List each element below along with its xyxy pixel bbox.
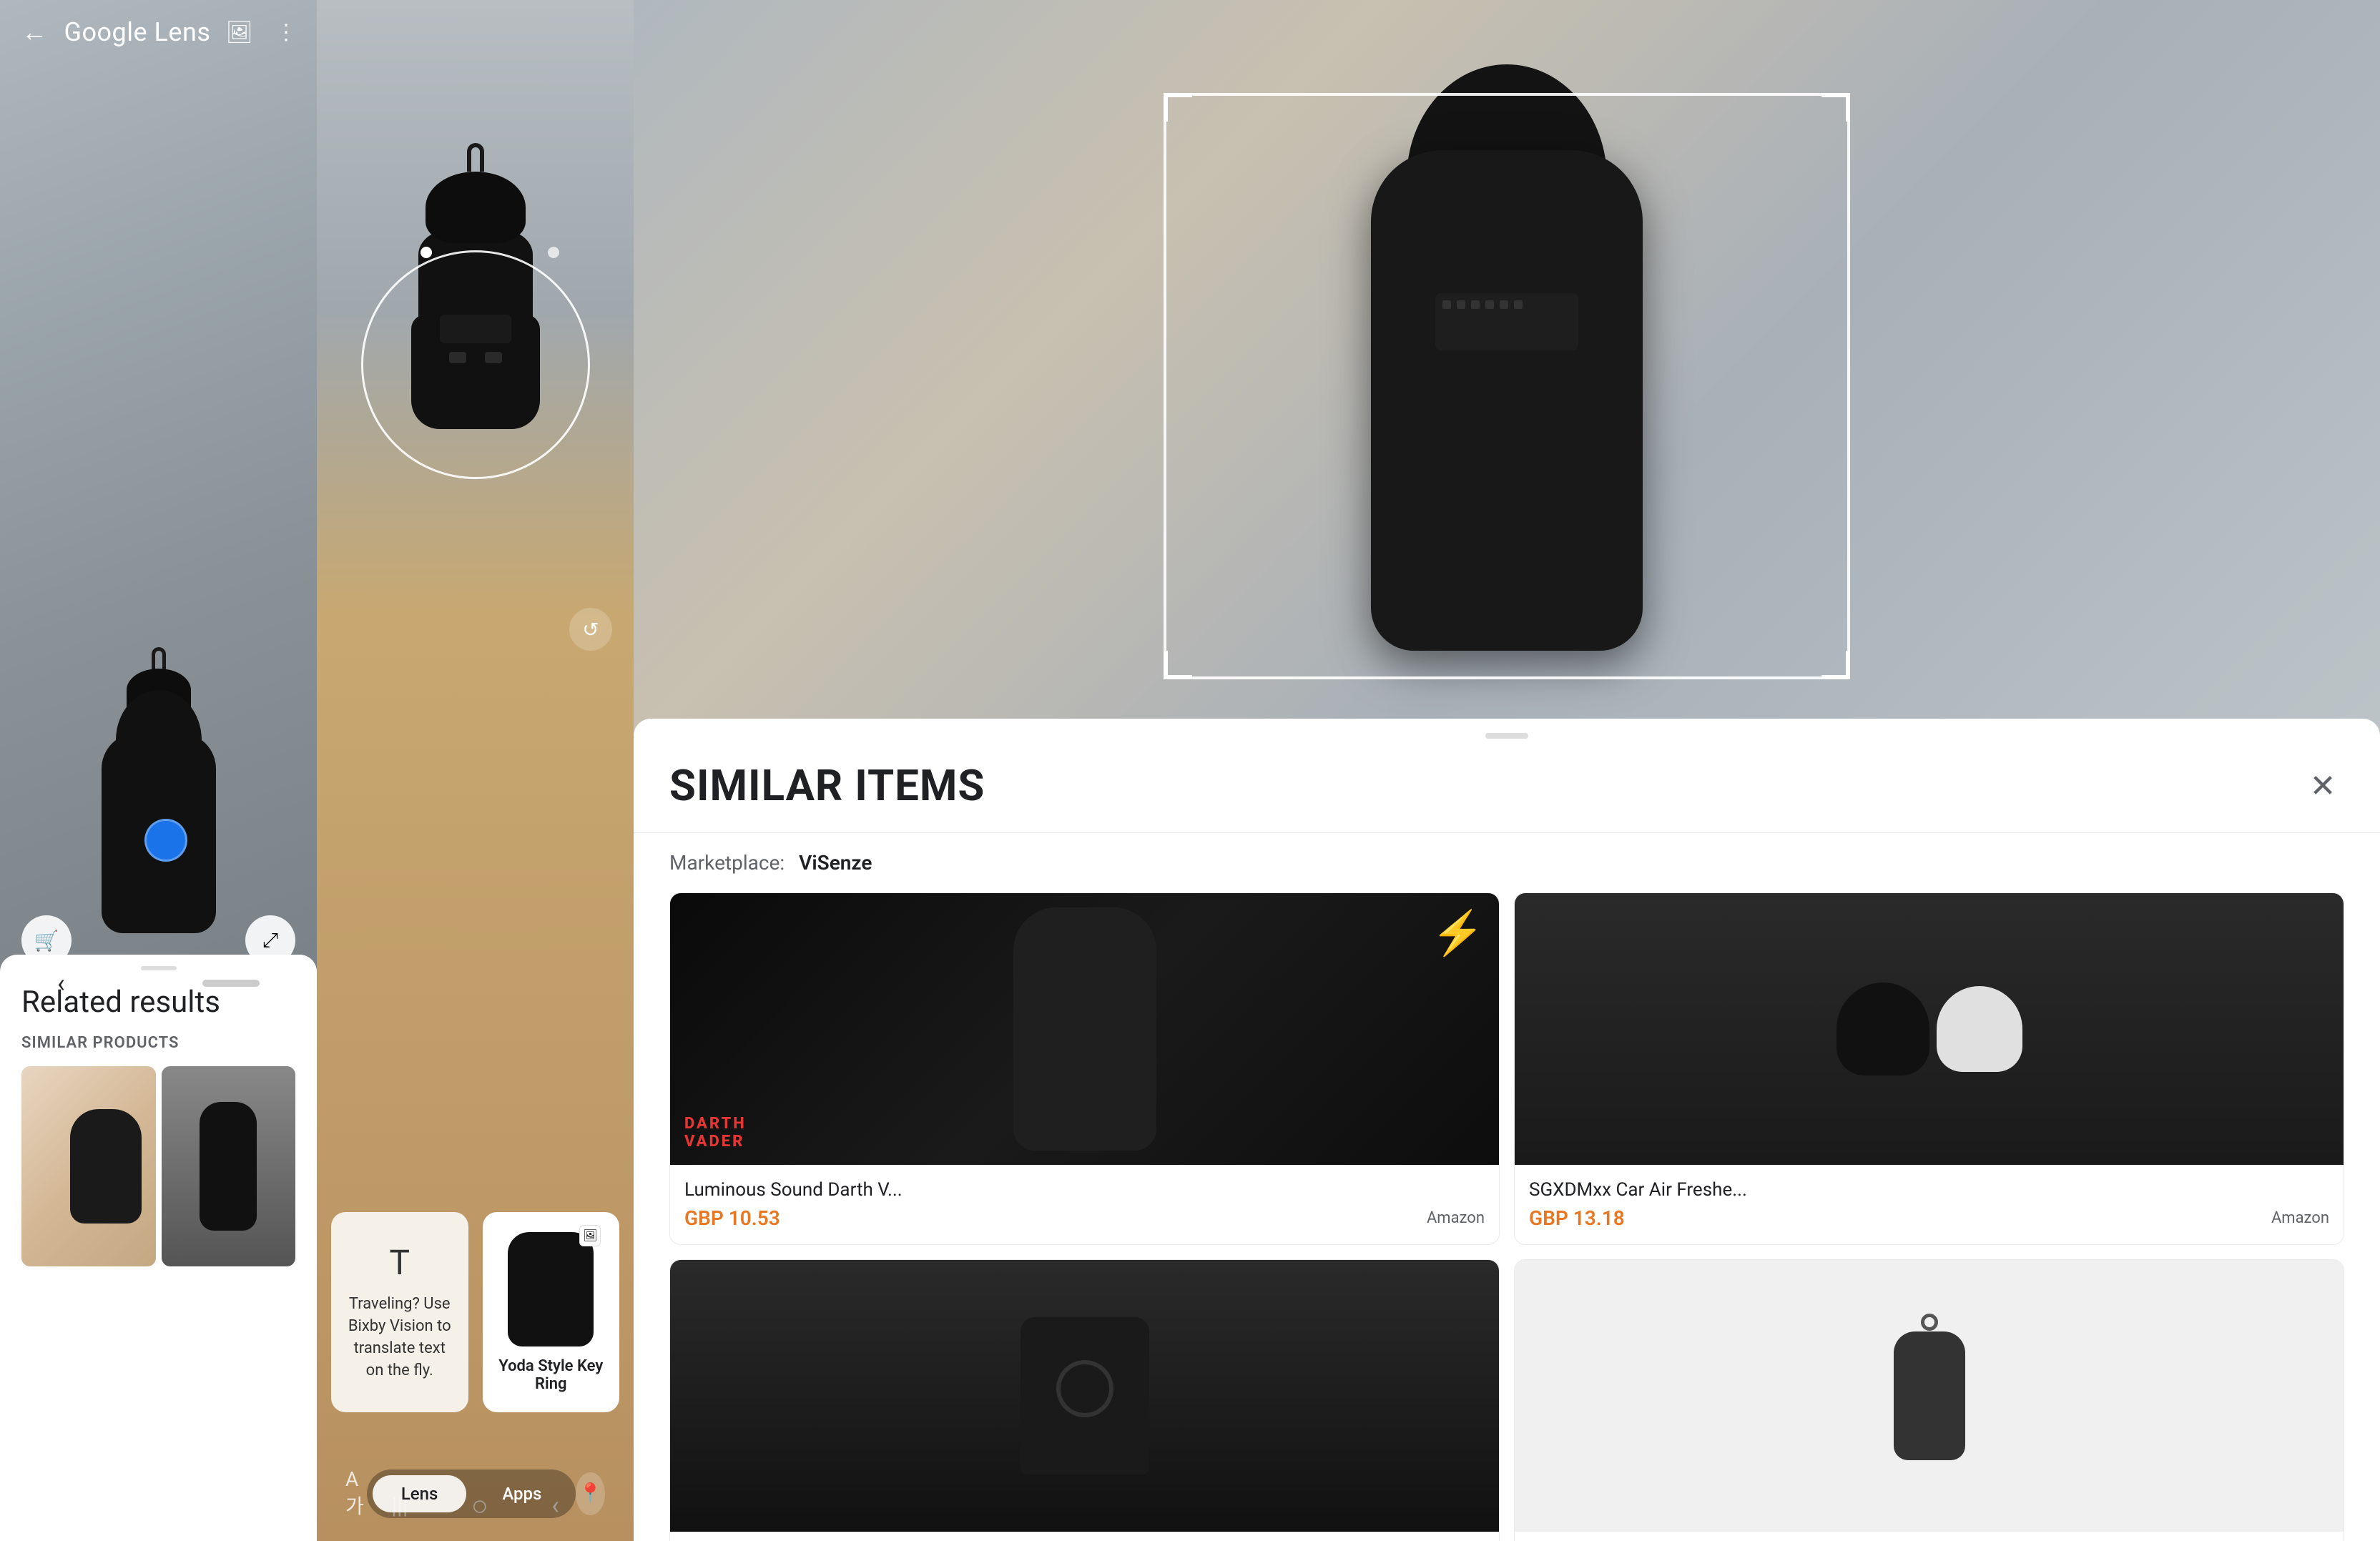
back-nav-button[interactable]: ‹ <box>57 968 65 998</box>
corner-top-right <box>1821 93 1850 122</box>
product-bg-2 <box>162 1066 296 1266</box>
product-info-p4: Star Wars Keychain GBP 8.49 Amazon <box>1515 1532 2344 1541</box>
product-figure-2 <box>200 1102 257 1231</box>
price-row-p1: GBP 10.53 Amazon <box>684 1206 1485 1230</box>
lens-target-dot[interactable] <box>144 819 187 862</box>
keychain-figure <box>1894 1331 1965 1460</box>
product-price-p2: GBP 13.18 <box>1529 1206 1625 1230</box>
crop-icon: ⤢ <box>262 928 278 952</box>
product-bg-p4 <box>1515 1260 2344 1532</box>
marketplace-name: ViSenze <box>799 851 872 875</box>
product-card-p1[interactable]: ⚡ DARTHVADER Luminous Sound Darth V... G… <box>669 892 1500 1245</box>
translate-icon: T <box>389 1242 410 1283</box>
panel1-navigation: ‹ <box>0 962 317 1005</box>
poster-text: DARTHVADER <box>684 1115 747 1151</box>
product-poster-p1: ⚡ DARTHVADER <box>670 893 1499 1165</box>
suggestion-card-text: Traveling? Use Bixby Vision to translate… <box>345 1294 454 1382</box>
panel3-screen: SIMILAR ITEMS ✕ Marketplace: ViSenze ⚡ D… <box>634 0 2380 1541</box>
product-bg-1 <box>21 1066 156 1266</box>
product-card-2[interactable] <box>162 1066 296 1266</box>
corner-bottom-left <box>1164 651 1192 679</box>
language-button[interactable]: A가 <box>345 1467 367 1520</box>
product-card-image-1 <box>21 1066 156 1266</box>
figurine-helmet-2 <box>426 172 526 243</box>
panel2-screen: ↺ T Traveling? Use Bixby Vision to trans… <box>317 0 634 1541</box>
nav-tabs: Lens Apps <box>367 1469 576 1518</box>
product-bg-p2 <box>1515 893 2344 1165</box>
app-title: Google Lens <box>64 17 210 47</box>
darth-vader-figurine-1 <box>87 690 230 933</box>
panel2-camera-background: ↺ T Traveling? Use Bixby Vision to trans… <box>317 0 634 1541</box>
product-bg-p3 <box>670 1260 1499 1532</box>
helmet-white <box>1937 986 2022 1072</box>
backpack-emblem <box>1056 1360 1113 1417</box>
lens-selection-circle <box>361 250 590 479</box>
marketplace-label: Marketplace: <box>669 851 785 875</box>
similar-products-label: SIMILAR PRODUCTS <box>0 1034 317 1066</box>
product-store-p2: Amazon <box>2271 1209 2329 1227</box>
product-image-p4 <box>1515 1260 2344 1532</box>
corner-top-left <box>1164 93 1192 122</box>
product-card-p4[interactable]: Star Wars Keychain GBP 8.49 Amazon <box>1514 1259 2344 1541</box>
back-button[interactable]: ← <box>14 10 54 54</box>
lightning-icon: ⚡ <box>1431 907 1485 958</box>
product-card-image-2 <box>162 1066 296 1266</box>
panel3-bottom-sheet: SIMILAR ITEMS ✕ Marketplace: ViSenze ⚡ D… <box>634 719 2380 1541</box>
product-store-p1: Amazon <box>1427 1209 1485 1227</box>
product-image-p3 <box>670 1260 1499 1532</box>
panel2-suggestion-cards: T Traveling? Use Bixby Vision to transla… <box>317 1212 634 1412</box>
products-grid: ⚡ DARTHVADER Luminous Sound Darth V... G… <box>634 892 2380 1245</box>
backpack-shape <box>1021 1317 1149 1474</box>
keychain-ring <box>1921 1314 1938 1331</box>
lens-dot-1 <box>421 247 432 258</box>
panel1-camera-background: ← Google Lens 🖼 ⋮ 🛒 ⤢ <box>0 0 317 976</box>
product-info-p3: Darth Vader Backpack GBP 15.99 Amazon <box>670 1532 1499 1541</box>
keyring-dv-shape <box>508 1232 594 1346</box>
product-name-p2: SGXDMxx Car Air Freshe... <box>1529 1179 2329 1201</box>
nav-pill[interactable] <box>202 980 260 987</box>
corner-bottom-right <box>1821 651 1850 679</box>
close-button[interactable]: ✕ <box>2301 764 2344 807</box>
panel1-screen: ← Google Lens 🖼 ⋮ 🛒 ⤢ R <box>0 0 317 1541</box>
product-card-p3[interactable]: Darth Vader Backpack GBP 15.99 Amazon <box>669 1259 1500 1541</box>
product-price-p1: GBP 10.53 <box>684 1206 780 1230</box>
cart-icon: 🛒 <box>34 929 59 952</box>
similar-items-header: SIMILAR ITEMS ✕ <box>634 760 2380 833</box>
product-image-p2 <box>1515 893 2344 1165</box>
header-icons: 🖼 ⋮ <box>220 14 303 51</box>
lens-tab[interactable]: Lens <box>373 1475 467 1512</box>
product-grid <box>0 1066 317 1266</box>
keyring-figure: 🖼 <box>508 1232 594 1346</box>
suggestion-card-translate[interactable]: T Traveling? Use Bixby Vision to transla… <box>331 1212 468 1412</box>
selection-box <box>1164 93 1850 679</box>
product-card-p2[interactable]: SGXDMxx Car Air Freshe... GBP 13.18 Amaz… <box>1514 892 2344 1245</box>
location-button[interactable]: 📍 <box>576 1472 605 1515</box>
product-info-p1: Luminous Sound Darth V... GBP 10.53 Amaz… <box>670 1165 1499 1244</box>
keyring-card-title: Yoda Style Key Ring <box>497 1357 606 1393</box>
product-info-p2: SGXDMxx Car Air Freshe... GBP 13.18 Amaz… <box>1515 1165 2344 1244</box>
marketplace-row: Marketplace: ViSenze <box>634 833 2380 892</box>
product-figure-1 <box>70 1109 142 1224</box>
similar-items-title: SIMILAR ITEMS <box>669 760 985 811</box>
poster-figure <box>1013 907 1156 1151</box>
image-icon[interactable]: 🖼 <box>220 14 259 51</box>
products-row2: Darth Vader Backpack GBP 15.99 Amazon <box>634 1245 2380 1541</box>
panel2-bottom-navigation: A가 Lens Apps 📍 <box>317 1467 634 1520</box>
helmet-dark <box>1836 983 1929 1075</box>
figurine-hook-2 <box>467 143 484 172</box>
more-menu-icon[interactable]: ⋮ <box>270 14 303 51</box>
lens-dot-2 <box>548 247 559 258</box>
panel1-bottom-sheet: Related results SIMILAR PRODUCTS <box>0 955 317 1541</box>
product-card-1[interactable] <box>21 1066 156 1266</box>
picture-icon: 🖼 <box>579 1225 601 1246</box>
refresh-button[interactable]: ↺ <box>569 608 612 651</box>
product-name-p1: Luminous Sound Darth V... <box>684 1179 1485 1201</box>
suggestion-card-keyring[interactable]: 🖼 Yoda Style Key Ring <box>483 1212 620 1412</box>
panel1-header: ← Google Lens 🖼 ⋮ <box>0 0 317 64</box>
panel3-camera-background <box>634 0 2380 751</box>
apps-tab[interactable]: Apps <box>473 1475 570 1512</box>
price-row-p2: GBP 13.18 Amazon <box>1529 1206 2329 1230</box>
product-image-p1: ⚡ DARTHVADER <box>670 893 1499 1165</box>
